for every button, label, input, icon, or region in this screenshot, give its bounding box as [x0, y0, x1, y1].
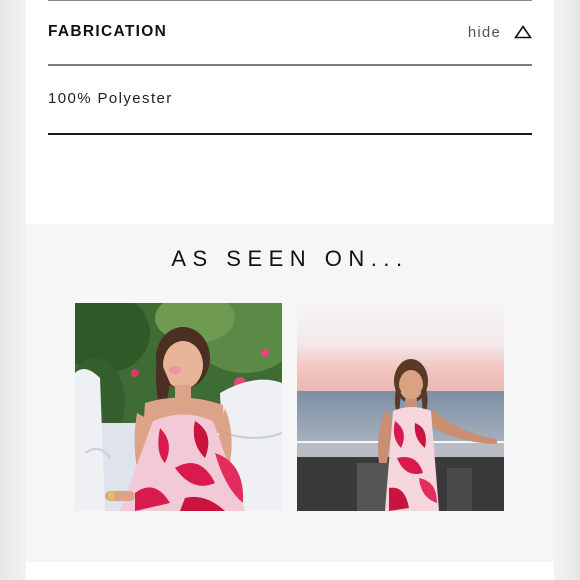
product-details-panel: FABRICATION hide 100% Polyester [26, 0, 554, 224]
as-seen-on-heading: AS SEEN ON... [171, 246, 409, 271]
photo-garden-illustration [75, 303, 282, 511]
page-edge-right [554, 0, 580, 580]
footer-strip [26, 562, 554, 580]
as-seen-on-section: AS SEEN ON... [26, 224, 554, 562]
page-edge-left [0, 0, 26, 580]
fabrication-accordion-header[interactable]: FABRICATION hide [48, 0, 532, 64]
hide-label: hide [467, 23, 501, 41]
triangle-up-icon[interactable] [514, 25, 532, 39]
influencer-photo-2[interactable] [297, 303, 504, 511]
hide-toggle[interactable]: hide [468, 20, 532, 44]
fabrication-title: FABRICATION [48, 23, 168, 40]
divider-middle [48, 64, 532, 66]
fabrication-content: 100% Polyester [48, 90, 173, 107]
divider-bottom [48, 133, 532, 135]
influencer-photo-1[interactable] [75, 303, 282, 511]
photo-sunset-balcony-illustration [297, 303, 504, 511]
